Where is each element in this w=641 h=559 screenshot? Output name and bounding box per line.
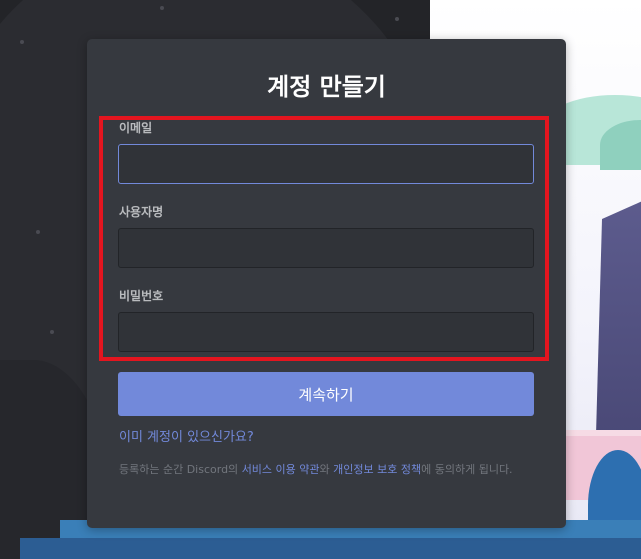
username-field[interactable] (118, 228, 534, 268)
background-star (160, 6, 164, 10)
tos-link[interactable]: 서비스 이용 약관 (242, 463, 320, 476)
email-label: 이메일 (119, 121, 153, 135)
login-link[interactable]: 이미 계정이 있으신가요? (119, 426, 254, 445)
background-star (20, 40, 24, 44)
terms-middle: 와 (319, 463, 334, 476)
background-star (395, 17, 399, 21)
modal-title: 계정 만들기 (267, 73, 386, 101)
background-ground (20, 538, 641, 559)
terms-suffix: 에 동의하게 됩니다. (421, 463, 513, 476)
username-label: 사용자명 (119, 205, 164, 219)
background-star (36, 230, 40, 234)
terms-notice: 등록하는 순간 Discord의 서비스 이용 약관와 개인정보 보호 정책에 … (119, 462, 534, 478)
email-field[interactable] (118, 144, 534, 184)
privacy-link[interactable]: 개인정보 보호 정책 (333, 463, 421, 476)
terms-prefix: 등록하는 순간 Discord의 (119, 463, 242, 476)
background-rock (596, 195, 641, 435)
register-modal: 계정 만들기 이메일 사용자명 비밀번호 계속하기 이미 계정이 있으신가요? … (87, 39, 566, 528)
password-label: 비밀번호 (119, 289, 164, 303)
continue-button[interactable]: 계속하기 (118, 372, 534, 416)
background-star (50, 330, 54, 334)
password-field[interactable] (118, 312, 534, 352)
